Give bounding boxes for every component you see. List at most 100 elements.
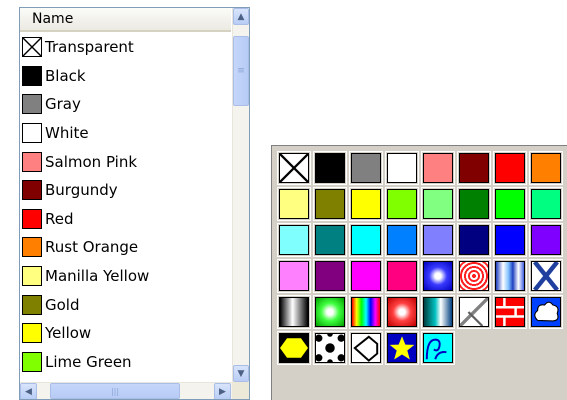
color-swatch-13 — [459, 189, 489, 219]
color-list-item[interactable]: Gray — [20, 90, 231, 119]
palette-cell[interactable] — [457, 295, 491, 329]
palette-cell[interactable] — [457, 223, 491, 257]
palette-cell[interactable] — [385, 331, 419, 365]
color-swatch-3 — [387, 153, 417, 183]
horizontal-scrollbar[interactable]: ◀ ||| ▶ — [20, 382, 249, 399]
palette-cell[interactable] — [313, 295, 347, 329]
palette-cell[interactable] — [493, 259, 527, 293]
color-list-item[interactable]: Transparent — [20, 33, 231, 62]
color-list-item[interactable]: White — [20, 119, 231, 148]
color-name-label: Salmon Pink — [45, 152, 138, 171]
color-swatch-23 — [531, 225, 561, 255]
gray-gradient-pattern-swatch — [279, 297, 309, 327]
color-swatch-1 — [315, 153, 345, 183]
palette-cell[interactable] — [529, 151, 563, 185]
scroll-up-button[interactable]: ▲ — [233, 8, 249, 25]
red-radial-pattern-swatch — [387, 297, 417, 327]
palette-cell[interactable] — [277, 151, 311, 185]
color-list-item[interactable]: Rust Orange — [20, 233, 231, 262]
palette-cell[interactable] — [349, 295, 383, 329]
palette-cell[interactable] — [313, 187, 347, 221]
scroll-down-button[interactable]: ▼ — [233, 365, 249, 382]
palette-cell[interactable] — [493, 223, 527, 257]
palette-cell[interactable] — [385, 223, 419, 257]
color-list-item[interactable]: Manilla Yellow — [20, 262, 231, 291]
color-list-item[interactable]: Red — [20, 205, 231, 234]
red-target-pattern-swatch — [459, 261, 489, 291]
soccer-ball-pattern-swatch — [315, 331, 345, 365]
palette-cell[interactable] — [313, 259, 347, 293]
blue-stripes-pattern-swatch — [495, 261, 525, 291]
color-palette-grid — [277, 151, 567, 376]
chevron-right-icon: ▶ — [219, 386, 226, 397]
color-swatch-21 — [459, 225, 489, 255]
palette-cell[interactable] — [277, 331, 311, 365]
color-swatch-27 — [387, 261, 417, 291]
color-swatch-12 — [423, 189, 453, 219]
color-list-item[interactable]: Gold — [20, 290, 231, 319]
palette-cell[interactable] — [493, 187, 527, 221]
palette-cell[interactable] — [493, 295, 527, 329]
color-name-label: Burgundy — [45, 181, 118, 200]
palette-cell[interactable] — [349, 331, 383, 365]
green-radial-pattern-swatch — [315, 297, 345, 327]
color-swatch-4 — [423, 153, 453, 183]
palette-cell[interactable] — [313, 223, 347, 257]
name-column-header[interactable]: Name — [20, 8, 231, 32]
star-pattern-swatch — [387, 333, 417, 363]
palette-cell[interactable] — [457, 151, 491, 185]
palette-cell[interactable] — [529, 187, 563, 221]
palette-cell[interactable] — [457, 187, 491, 221]
palette-cell[interactable] — [457, 259, 491, 293]
palette-cell[interactable] — [529, 295, 563, 329]
color-swatch-7 — [531, 153, 561, 183]
palette-cell[interactable] — [277, 187, 311, 221]
palette-cell[interactable] — [349, 259, 383, 293]
palette-cell[interactable] — [277, 259, 311, 293]
palette-cell[interactable] — [529, 223, 563, 257]
color-swatch-icon — [22, 180, 42, 201]
palette-cell[interactable] — [349, 223, 383, 257]
palette-cell[interactable] — [529, 259, 563, 293]
color-swatch-9 — [315, 189, 345, 219]
palette-cell[interactable] — [385, 259, 419, 293]
palette-cell[interactable] — [349, 151, 383, 185]
palette-cell[interactable] — [421, 187, 455, 221]
color-list-item[interactable]: Lime Green — [20, 348, 231, 377]
color-swatch-19 — [387, 225, 417, 255]
horizontal-scroll-thumb[interactable]: ||| — [50, 383, 180, 399]
diagonal-pattern-swatch — [458, 296, 490, 328]
color-list-item[interactable]: Black — [20, 62, 231, 91]
blue-cross-pattern-swatch — [531, 260, 561, 292]
color-swatch-5 — [459, 153, 489, 183]
color-swatch-22 — [495, 225, 525, 255]
color-swatch-icon — [22, 123, 42, 144]
scroll-left-button[interactable]: ◀ — [20, 383, 37, 399]
color-swatch-11 — [387, 189, 417, 219]
palette-cell[interactable] — [421, 151, 455, 185]
vertical-scroll-thumb[interactable]: ≡ — [233, 36, 249, 106]
color-name-list[interactable]: Name Transparent Black Gray White Salmon Pin… — [19, 7, 250, 400]
vertical-scrollbar[interactable]: ▲ ≡ ▼ — [232, 8, 249, 382]
color-name-label: Rust Orange — [45, 238, 139, 257]
palette-cell[interactable] — [277, 223, 311, 257]
scroll-right-button[interactable]: ▶ — [214, 383, 231, 399]
palette-cell[interactable] — [385, 187, 419, 221]
palette-cell[interactable] — [349, 187, 383, 221]
palette-cell[interactable] — [385, 295, 419, 329]
palette-cell[interactable] — [313, 151, 347, 185]
color-swatch-icon — [22, 237, 42, 258]
palette-cell[interactable] — [421, 223, 455, 257]
color-list-item[interactable]: Salmon Pink — [20, 147, 231, 176]
palette-cell[interactable] — [313, 331, 347, 365]
color-list-item[interactable]: Burgundy — [20, 176, 231, 205]
color-list-item[interactable]: Yellow — [20, 319, 231, 348]
palette-cell[interactable] — [421, 295, 455, 329]
palette-cell[interactable] — [385, 151, 419, 185]
palette-cell[interactable] — [421, 331, 455, 365]
color-swatch-17 — [315, 225, 345, 255]
palette-cell[interactable] — [421, 259, 455, 293]
palette-cell[interactable] — [493, 151, 527, 185]
palette-cell[interactable] — [277, 295, 311, 329]
color-swatch-24 — [279, 261, 309, 291]
